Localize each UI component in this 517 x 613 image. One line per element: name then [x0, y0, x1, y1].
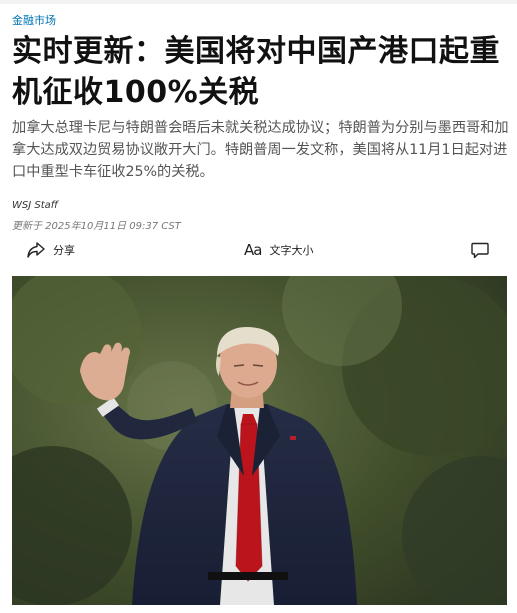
article-headline: 实时更新：美国将对中国产港口起重机征收100%关税: [12, 34, 500, 110]
top-divider: [0, 0, 517, 4]
article-photo: [12, 276, 507, 605]
comment-bubble-icon: [471, 242, 489, 259]
text-size-icon: Aa: [244, 241, 262, 259]
share-button[interactable]: 分享: [27, 239, 75, 261]
article-dek: 加拿大总理卡尼与特朗普会晤后未就关税达成协议；特朗普为分别与墨西哥和加拿大达成双…: [12, 120, 509, 180]
photo-illustration: [12, 276, 507, 605]
share-arrow-icon: [27, 242, 45, 258]
byline-author[interactable]: WSJ Staff: [12, 200, 58, 211]
section-link[interactable]: 金融市场: [12, 12, 56, 28]
text-size-button[interactable]: Aa 文字大小: [244, 239, 313, 261]
text-size-label: 文字大小: [269, 244, 314, 257]
comment-button[interactable]: [471, 239, 489, 261]
byline-timestamp: 更新于 2025年10月11日 09:37 CST: [12, 221, 181, 232]
share-label: 分享: [53, 244, 75, 257]
